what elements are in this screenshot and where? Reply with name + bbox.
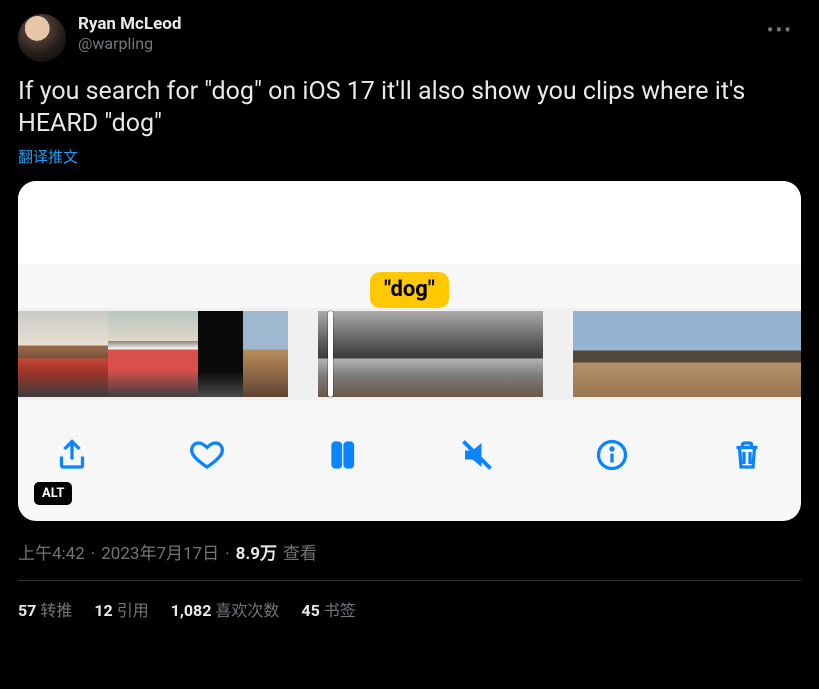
separator-dot: · [225,544,229,564]
thumbnail-frame [708,311,753,397]
tweet-header: Ryan McLeod @warpling ••• [18,14,801,62]
separator-dot: · [91,544,95,564]
user-handle[interactable]: @warpling [78,34,181,53]
thumbnail-frame [618,311,663,397]
thumbnail-frame [663,311,708,397]
media-toolbar [18,400,801,521]
tweet-container: Ryan McLeod @warpling ••• If you search … [18,14,801,621]
quotes-label: 引用 [117,601,149,620]
display-name[interactable]: Ryan McLeod [78,14,181,34]
mute-icon[interactable] [455,433,499,477]
likes-label: 喜欢次数 [215,601,279,620]
thumbnail-frame [108,311,153,397]
bookmarks-count: 45 [301,601,319,620]
user-names: Ryan McLeod @warpling [78,14,181,62]
user-row: Ryan McLeod @warpling [18,14,181,62]
share-icon[interactable] [50,433,94,477]
meta-row: 上午4:42 · 2023年7月17日 · 8.9万 查看 [18,539,801,581]
avatar[interactable] [18,14,66,62]
thumbnail-frame [243,311,288,397]
thumbnail-frame [363,311,408,397]
thumbnail-frame [198,311,243,397]
heart-icon[interactable] [185,433,229,477]
more-options-icon[interactable]: ••• [759,14,801,46]
retweets-count: 57 [18,601,36,620]
likes-count: 1,082 [171,601,212,620]
bookmarks-label: 书签 [324,601,356,620]
media-card[interactable]: "dog" [18,181,801,521]
caption-row: "dog" [18,264,801,308]
thumbnail-frame [18,311,63,397]
alt-badge[interactable]: ALT [34,482,72,505]
quotes-stat[interactable]: 12 引用 [94,597,148,621]
tweet-text: If you search for "dog" on iOS 17 it'll … [18,76,801,140]
tweet-date[interactable]: 2023年7月17日 [101,539,219,564]
info-icon[interactable] [590,433,634,477]
tweet-time[interactable]: 上午4:42 [18,539,85,564]
media-top-spacer [18,181,801,264]
pause-icon[interactable] [320,433,364,477]
thumbnail-frame [153,311,198,397]
thumbnail-frame [453,311,498,397]
thumbnail-frame [753,311,798,397]
video-timeline[interactable] [18,308,801,400]
retweets-stat[interactable]: 57转推 [18,597,72,621]
views-count[interactable]: 8.9万 [236,539,277,564]
retweets-label: 转推 [40,601,72,620]
thumbnail-frame [63,311,108,397]
views-label: 查看 [283,539,317,564]
translate-link[interactable]: 翻译推文 [18,146,801,167]
clip-group-3 [573,311,801,397]
clip-group-1 [18,311,288,397]
quotes-count: 12 [94,601,112,620]
clip-group-2 [318,311,543,397]
thumbnail-frame [408,311,453,397]
bookmarks-stat[interactable]: 45 书签 [301,597,355,621]
trash-icon[interactable] [725,433,769,477]
caption-bubble: "dog" [370,272,449,308]
thumbnail-frame [573,311,618,397]
engagement-stats: 57转推 12 引用 1,082喜欢次数 45 书签 [18,597,801,621]
thumbnail-frame [498,311,543,397]
thumbnail-frame [798,311,801,397]
thumbnail-frame [318,311,363,397]
likes-stat[interactable]: 1,082喜欢次数 [171,597,280,621]
